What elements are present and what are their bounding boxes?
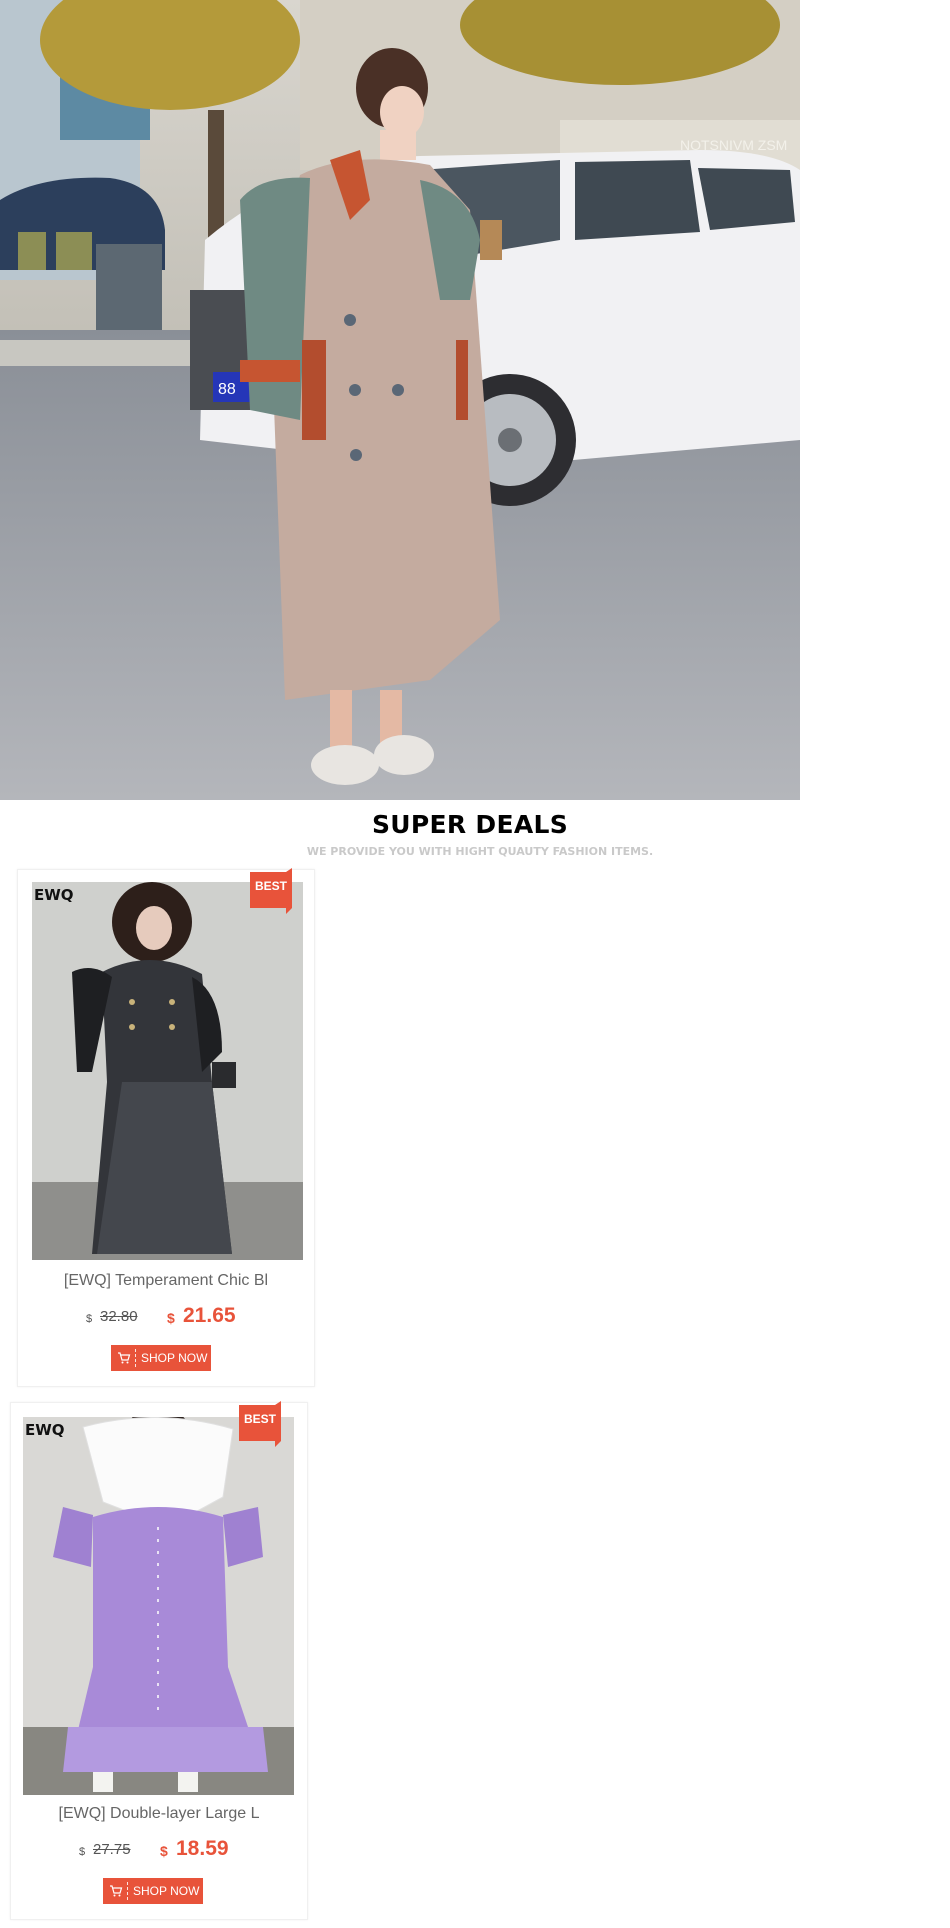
brand-logo: EWQ <box>25 1421 65 1439</box>
best-badge: BEST <box>250 868 292 914</box>
brand-logo: EWQ <box>34 886 74 904</box>
product-card[interactable]: BEST EWQ [EWQ] Double-layer Large L $ 27… <box>10 1401 308 1920</box>
original-currency: $ <box>86 1313 93 1325</box>
price-row: $ 27.75 $ 18.59 <box>11 1837 307 1865</box>
product-image[interactable]: EWQ <box>32 882 303 1260</box>
best-badge-label: BEST <box>254 879 287 893</box>
original-price: 32.80 <box>100 1308 138 1325</box>
product-card[interactable]: BEST EWQ [EWQ] Temperament Chic Bl $ 32.… <box>17 868 315 1387</box>
best-badge: BEST <box>239 1401 281 1447</box>
button-divider <box>135 1349 136 1367</box>
shop-now-label: SHOP NOW <box>141 1351 208 1365</box>
product-photo <box>32 882 303 1260</box>
sale-currency: $ <box>160 1843 168 1859</box>
price-row: $ 32.80 $ 21.65 <box>18 1304 314 1332</box>
plate-text: 88 <box>218 381 236 398</box>
product-image[interactable]: EWQ <box>23 1417 294 1795</box>
button-divider <box>127 1882 128 1900</box>
hero-banner-image[interactable]: 88 NOTSNIVM ZSM <box>0 0 800 800</box>
shop-now-button[interactable]: SHOP NOW <box>111 1345 211 1371</box>
cart-icon <box>110 1885 123 1897</box>
sale-currency: $ <box>167 1310 175 1326</box>
product-page: 88 NOTSNIVM ZSM SUPER DEALS WE PROVIDE Y… <box>0 0 950 1928</box>
shop-now-button[interactable]: SHOP NOW <box>103 1878 203 1904</box>
cart-icon <box>118 1352 131 1364</box>
product-name[interactable]: [EWQ] Temperament Chic Bl <box>18 1272 314 1290</box>
product-name[interactable]: [EWQ] Double-layer Large L <box>11 1805 307 1823</box>
storefront-sign: NOTSNIVM ZSM <box>680 137 787 153</box>
sale-price: 21.65 <box>183 1304 236 1327</box>
section-subtitle: WE PROVIDE YOU WITH HIGHT QUAUTY FASHION… <box>306 845 654 858</box>
shop-now-label: SHOP NOW <box>133 1884 200 1898</box>
original-price: 27.75 <box>93 1841 131 1858</box>
section-title: SUPER DEALS <box>371 810 569 839</box>
hero-photo: 88 NOTSNIVM ZSM <box>0 0 800 800</box>
best-badge-label: BEST <box>243 1412 276 1426</box>
original-currency: $ <box>79 1846 86 1858</box>
sale-price: 18.59 <box>176 1837 229 1860</box>
product-photo <box>23 1417 294 1795</box>
